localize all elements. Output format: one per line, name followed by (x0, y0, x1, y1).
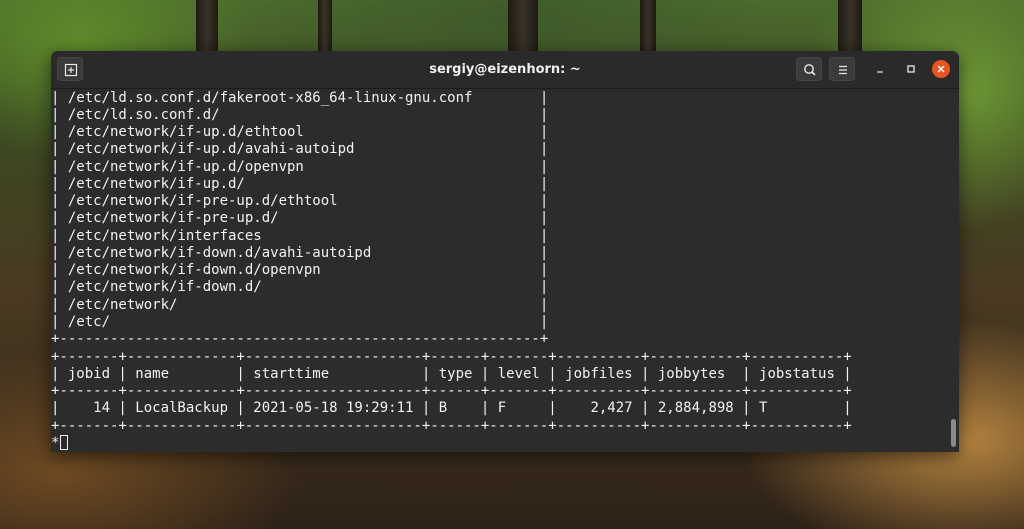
terminal-line: | /etc/ | (51, 314, 549, 330)
search-icon (804, 64, 816, 76)
terminal-output[interactable]: | /etc/ld.so.conf.d/fakeroot-x86_64-linu… (51, 89, 959, 452)
minimize-icon (877, 71, 883, 73)
hamburger-menu-icon (839, 65, 847, 75)
table-header: | jobid | name | starttime | type | leve… (51, 366, 852, 382)
terminal-window: sergiy@eizenhorn: ~ | /etc/ld.so.conf.d/… (51, 51, 959, 452)
terminal-line: | /etc/ld.so.conf.d/ | (51, 107, 549, 123)
command-prompt: * (51, 435, 60, 451)
terminal-line: | /etc/network/if-up.d/ | (51, 176, 549, 192)
table-border: +-------+-------------+-----------------… (51, 349, 852, 365)
terminal-line: | /etc/network/if-down.d/avahi-autoipd | (51, 245, 549, 261)
terminal-line: | /etc/network/if-pre-up.d/ethtool | (51, 193, 549, 209)
terminal-line: | /etc/network/if-down.d/openvpn | (51, 262, 549, 278)
title-bar[interactable]: sergiy@eizenhorn: ~ (51, 51, 959, 89)
maximize-icon (907, 65, 915, 73)
menu-button[interactable] (829, 57, 855, 81)
table-border: +---------------------------------------… (51, 331, 549, 347)
new-tab-button[interactable] (57, 57, 83, 81)
table-border: +-------+-------------+-----------------… (51, 418, 852, 434)
text-cursor[interactable] (60, 435, 68, 450)
terminal-line: | /etc/network/if-pre-up.d/ | (51, 210, 549, 226)
scrollbar[interactable] (951, 419, 956, 447)
close-icon (937, 65, 945, 73)
new-tab-icon (64, 63, 78, 77)
table-row: | 14 | LocalBackup | 2021-05-18 19:29:11… (51, 400, 852, 416)
close-button[interactable] (932, 60, 950, 78)
terminal-line: | /etc/network/if-up.d/avahi-autoipd | (51, 141, 549, 157)
terminal-line: | /etc/network/if-down.d/ | (51, 279, 549, 295)
terminal-line: | /etc/network/interfaces | (51, 228, 549, 244)
terminal-line: | /etc/network/ | (51, 297, 549, 313)
minimize-button[interactable] (871, 60, 889, 78)
maximize-button[interactable] (902, 60, 920, 78)
terminal-line: | /etc/ld.so.conf.d/fakeroot-x86_64-linu… (51, 90, 549, 106)
search-button[interactable] (796, 57, 822, 81)
terminal-line: | /etc/network/if-up.d/openvpn | (51, 159, 549, 175)
table-border: +-------+-------------+-----------------… (51, 383, 852, 399)
terminal-line: | /etc/network/if-up.d/ethtool | (51, 124, 549, 140)
